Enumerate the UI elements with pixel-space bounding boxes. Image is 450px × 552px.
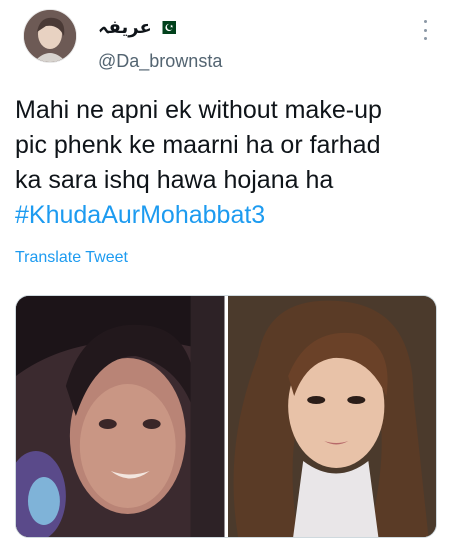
tweet-text: Mahi ne apni ek without make-up pic phen…: [15, 93, 440, 233]
tweet-text-line: ka sara ishq hawa hojana ha: [15, 166, 334, 194]
translate-tweet-link[interactable]: Translate Tweet: [15, 249, 128, 267]
avatar-image: [24, 10, 76, 62]
user-handle[interactable]: @Da_brownsta: [98, 51, 222, 71]
avatar[interactable]: [23, 9, 77, 63]
display-name[interactable]: عریفہ: [98, 17, 152, 37]
more-dot: [423, 20, 427, 23]
hashtag-link[interactable]: #KhudaAurMohabbat3: [15, 198, 440, 233]
photo-without-makeup-image: [16, 296, 225, 537]
tweet-text-line: pic phenk ke maarni ha or farhad: [15, 131, 381, 159]
media-grid: [15, 295, 437, 538]
photo-with-makeup-image: [227, 296, 436, 537]
photo-without-makeup[interactable]: [16, 296, 225, 537]
pakistan-flag-icon: [157, 20, 176, 34]
tweet-card: عریفہ @Da_brownsta Mahi ne apni ek witho…: [0, 0, 450, 552]
more-vertical-icon[interactable]: [416, 20, 434, 40]
more-dot: [423, 37, 427, 40]
photo-with-makeup[interactable]: [227, 296, 436, 537]
tweet-text-line: Mahi ne apni ek without make-up: [15, 96, 382, 124]
display-name-row: عریفہ: [98, 16, 176, 38]
more-dot: [423, 28, 427, 32]
